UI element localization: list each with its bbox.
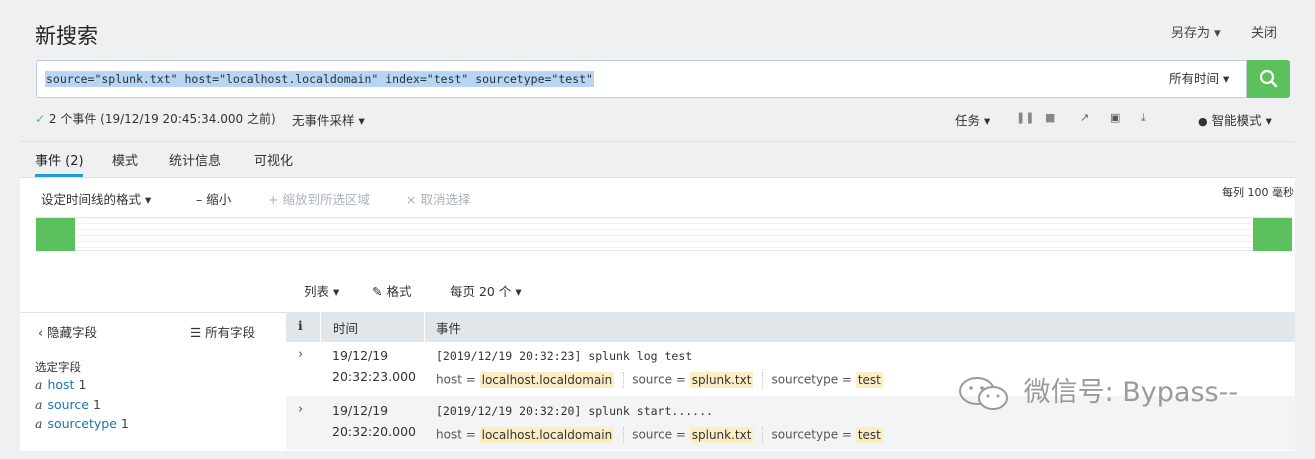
event-timestamp: 20:32:20.000: [332, 424, 416, 439]
time-column-header[interactable]: 时间: [333, 318, 358, 337]
tab-statistics[interactable]: 统计信息: [169, 150, 221, 169]
field-name: host: [47, 377, 75, 392]
timeline-format-dropdown[interactable]: 设定时间线的格式 ▾: [41, 189, 151, 208]
timeline-scale-label: 每列 100 毫秒: [1222, 186, 1294, 199]
field-count: 1: [78, 377, 87, 392]
time-range-picker[interactable]: 所有时间 ▾: [1155, 60, 1247, 98]
field-value-host[interactable]: localhost.localdomain: [479, 426, 615, 443]
field-count: 1: [92, 397, 101, 412]
stop-icon[interactable]: ■: [1045, 111, 1055, 124]
tab-patterns[interactable]: 模式: [112, 150, 138, 169]
share-icon[interactable]: ↗: [1080, 111, 1089, 124]
field-value-source[interactable]: splunk.txt: [689, 371, 754, 388]
timeline-bar[interactable]: [36, 218, 75, 251]
selected-fields-heading: 选定字段: [35, 360, 81, 374]
tab-events[interactable]: 事件 (2): [35, 150, 84, 169]
field-value-host[interactable]: localhost.localdomain: [479, 371, 615, 388]
search-query-text: source="splunk.txt" host="localhost.loca…: [45, 71, 594, 87]
event-time: 19/12/19 20:32:23.000: [332, 345, 416, 387]
pause-icon[interactable]: ❚❚: [1016, 111, 1034, 124]
info-column-header: i: [298, 318, 303, 333]
tabs-divider: [20, 141, 1295, 142]
print-icon[interactable]: ▣: [1110, 111, 1120, 124]
field-key: sourcetype =: [771, 372, 852, 387]
field-value-sourcetype[interactable]: test: [855, 371, 883, 388]
field-name: source: [47, 397, 89, 412]
event-count-status: ✓ 2 个事件 (19/12/19 20:45:34.000 之前): [35, 110, 276, 127]
event-timestamp: 20:32:23.000: [332, 369, 416, 384]
sidebar-divider: [20, 312, 286, 313]
field-key: source =: [632, 372, 686, 387]
save-as-button[interactable]: 另存为 ▾: [1171, 22, 1221, 41]
deselect-button[interactable]: × 取消选择: [406, 189, 470, 208]
export-icon[interactable]: ⤓: [1141, 111, 1146, 125]
event-fields: host = localhost.localdomain source = spl…: [436, 426, 883, 443]
field-type-icon: a: [35, 377, 43, 392]
event-date: 19/12/19: [332, 348, 389, 363]
check-icon: ✓: [35, 112, 46, 126]
tab-visualization[interactable]: 可视化: [254, 150, 293, 169]
per-page-dropdown[interactable]: 每页 20 个 ▾: [450, 281, 522, 300]
field-item-source[interactable]: a source 1: [35, 397, 101, 412]
wechat-icon: [959, 376, 1008, 410]
watermark-text: 微信号: Bypass--: [1023, 377, 1239, 408]
field-key: host =: [436, 372, 476, 387]
field-item-host[interactable]: a host 1: [35, 377, 86, 392]
field-key: host =: [436, 427, 476, 442]
hide-fields-link[interactable]: ‹ 隐藏字段: [38, 322, 97, 341]
expand-row-icon[interactable]: ›: [298, 347, 303, 362]
search-mode-label: 智能模式 ▾: [1211, 113, 1272, 128]
event-column-header: 事件: [436, 321, 462, 336]
field-value-sourcetype[interactable]: test: [855, 426, 883, 443]
column-divider: [320, 312, 321, 342]
search-mode-dropdown[interactable]: ● 智能模式 ▾: [1198, 110, 1272, 129]
field-key: sourcetype =: [771, 427, 852, 442]
event-count-text: 2 个事件 (19/12/19 20:45:34.000 之前): [48, 112, 276, 126]
field-count: 1: [120, 416, 129, 431]
list-view-dropdown[interactable]: 列表 ▾: [304, 281, 339, 300]
watermark: 微信号: Bypass--: [955, 370, 1238, 414]
close-button[interactable]: 关闭: [1251, 22, 1277, 41]
field-item-sourcetype[interactable]: a sourcetype 1: [35, 416, 129, 431]
expand-row-icon[interactable]: ›: [298, 402, 303, 417]
lightbulb-icon: ●: [1198, 115, 1208, 128]
timeline-bar[interactable]: [1253, 218, 1292, 251]
field-value-source[interactable]: splunk.txt: [689, 426, 754, 443]
field-name: sourcetype: [47, 416, 117, 431]
timeline-chart[interactable]: [36, 217, 1292, 251]
column-divider: [424, 312, 425, 342]
zoom-to-selection-button[interactable]: + 缩放到所选区域: [268, 189, 370, 208]
sampling-dropdown[interactable]: 无事件采样 ▾: [292, 110, 365, 129]
page-title: 新搜索: [35, 24, 98, 48]
zoom-out-button[interactable]: – 缩小: [196, 189, 231, 208]
field-type-icon: a: [35, 397, 43, 412]
search-button[interactable]: [1247, 60, 1290, 98]
event-time: 19/12/19 20:32:20.000: [332, 400, 416, 442]
event-raw-text: [2019/12/19 20:32:20] splunk start......: [436, 404, 713, 418]
format-button[interactable]: ✎ 格式: [372, 281, 411, 300]
event-fields: host = localhost.localdomain source = spl…: [436, 371, 883, 388]
field-key: source =: [632, 427, 686, 442]
event-date: 19/12/19: [332, 403, 389, 418]
search-input[interactable]: source="splunk.txt" host="localhost.loca…: [36, 60, 1156, 98]
event-raw-text: [2019/12/19 20:32:23] splunk log test: [436, 349, 693, 363]
search-icon: [1259, 69, 1278, 88]
jobs-dropdown[interactable]: 任务 ▾: [955, 110, 990, 129]
all-fields-link[interactable]: ☰ 所有字段: [190, 322, 255, 341]
field-type-icon: a: [35, 416, 43, 431]
